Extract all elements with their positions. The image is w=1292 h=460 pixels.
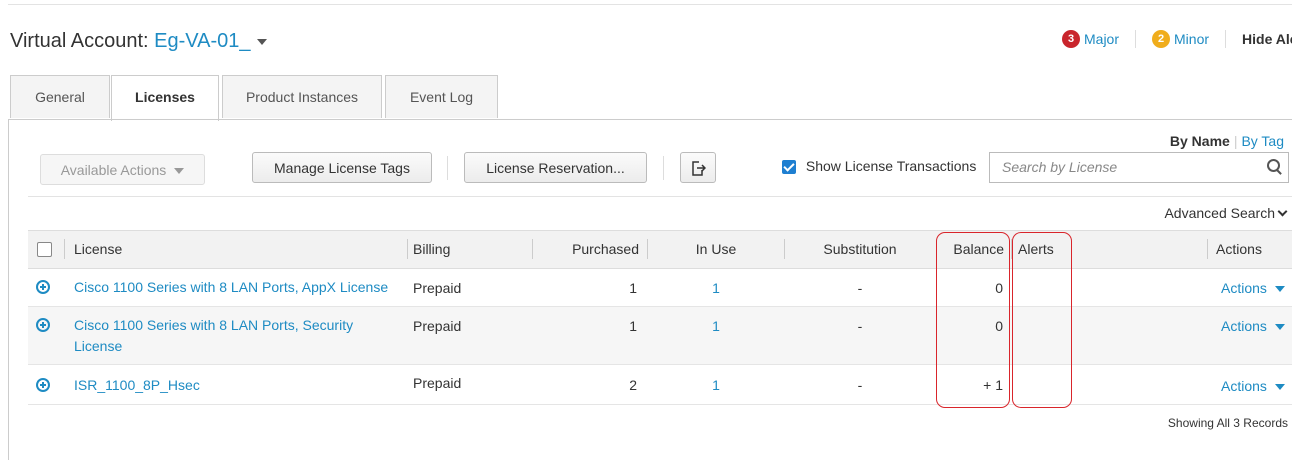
expand-row-icon[interactable] — [36, 318, 50, 332]
search-icon[interactable] — [1267, 159, 1280, 172]
export-button[interactable] — [680, 152, 716, 183]
by-tag-toggle[interactable]: By Tag — [1241, 133, 1284, 149]
divider — [447, 156, 448, 180]
minor-alerts-link[interactable]: Minor — [1174, 31, 1209, 47]
hide-alerts-link[interactable]: Hide Ale — [1242, 31, 1292, 47]
table-header: License Billing Purchased In Use Substit… — [28, 230, 1292, 269]
substitution-cell: - — [857, 280, 863, 296]
row-actions-label: Actions — [1221, 378, 1267, 394]
license-name-link[interactable]: Cisco 1100 Series with 8 LAN Ports, Secu… — [74, 315, 374, 357]
in-use-link[interactable]: 1 — [648, 318, 784, 334]
column-billing[interactable]: Billing — [413, 231, 450, 268]
column-divider — [1207, 239, 1208, 259]
column-actions[interactable]: Actions — [1209, 231, 1269, 268]
show-transactions-label: Show License Transactions — [805, 158, 977, 174]
show-transactions-toggle[interactable]: Show License Transactions — [782, 158, 977, 175]
alerts-summary: 3 Major 2 Minor Hide Ale — [1062, 30, 1292, 48]
search-input[interactable]: Search by License — [989, 152, 1289, 183]
license-reservation-button[interactable]: License Reservation... — [464, 152, 647, 183]
account-selector[interactable]: Eg-VA-01_ — [154, 30, 267, 52]
expand-row-icon[interactable] — [36, 280, 50, 294]
purchased-cell: 1 — [629, 318, 637, 334]
table-row: ISR_1100_8P_Hsec Prepaid 2 1 - + 1 Actio… — [28, 365, 1292, 405]
purchased-cell: 1 — [629, 280, 637, 296]
license-name-link[interactable]: ISR_1100_8P_Hsec — [74, 375, 200, 396]
row-actions-dropdown[interactable]: Actions — [1221, 378, 1285, 394]
top-divider — [8, 4, 1292, 5]
divider — [1225, 30, 1227, 48]
tab-event-log[interactable]: Event Log — [385, 75, 498, 118]
view-toggle: By Name | By Tag — [1169, 133, 1284, 149]
license-name-link[interactable]: Cisco 1100 Series with 8 LAN Ports, AppX… — [74, 277, 394, 298]
row-actions-dropdown[interactable]: Actions — [1221, 280, 1285, 296]
alerts-highlight-outline — [1012, 232, 1072, 408]
page-title: Virtual Account: Eg-VA-01_ — [10, 30, 267, 53]
column-purchased[interactable]: Purchased — [533, 231, 639, 268]
divider — [1135, 30, 1137, 48]
billing-cell: Prepaid — [413, 280, 462, 296]
title-prefix: Virtual Account: — [10, 30, 149, 52]
advanced-search-toggle[interactable]: Advanced Search — [1164, 205, 1288, 221]
advanced-search-label: Advanced Search — [1164, 205, 1275, 221]
column-in-use[interactable]: In Use — [648, 231, 784, 268]
chevron-down-icon — [174, 168, 185, 175]
balance-highlight-outline — [936, 232, 1010, 408]
tab-general[interactable]: General — [10, 75, 110, 118]
by-name-toggle[interactable]: By Name — [1170, 133, 1230, 149]
column-divider — [407, 239, 408, 259]
table-row: Cisco 1100 Series with 8 LAN Ports, Secu… — [28, 307, 1292, 365]
in-use-link[interactable]: 1 — [648, 377, 784, 393]
search-placeholder: Search by License — [1002, 159, 1118, 175]
billing-cell: Prepaid — [413, 318, 462, 334]
column-license[interactable]: License — [74, 231, 122, 268]
row-actions-label: Actions — [1221, 318, 1267, 334]
expand-row-icon[interactable] — [36, 378, 50, 392]
show-transactions-checkbox[interactable] — [782, 160, 796, 175]
major-count-badge: 3 — [1062, 30, 1080, 48]
export-icon — [692, 161, 707, 176]
licenses-table: License Billing Purchased In Use Substit… — [28, 230, 1292, 405]
chevron-down-icon — [1274, 324, 1285, 331]
row-actions-dropdown[interactable]: Actions — [1221, 318, 1285, 334]
major-alerts-link[interactable]: Major — [1084, 31, 1119, 47]
tab-product-instances[interactable]: Product Instances — [222, 75, 382, 118]
tab-licenses[interactable]: Licenses — [111, 75, 219, 121]
chevron-down-icon — [256, 38, 267, 45]
account-name: Eg-VA-01_ — [154, 30, 251, 52]
row-actions-label: Actions — [1221, 280, 1267, 296]
divider — [28, 196, 1292, 197]
select-all-checkbox[interactable] — [37, 242, 52, 257]
column-substitution[interactable]: Substitution — [785, 231, 935, 268]
chevron-down-icon — [1274, 286, 1285, 293]
available-actions-dropdown[interactable]: Available Actions — [40, 154, 205, 185]
purchased-cell: 2 — [629, 377, 637, 393]
chevron-down-icon — [1277, 206, 1288, 217]
minor-count-badge: 2 — [1152, 30, 1171, 48]
divider — [663, 156, 664, 180]
chevron-down-icon — [1274, 384, 1285, 391]
substitution-cell: - — [857, 318, 863, 334]
column-divider — [64, 239, 65, 259]
table-row: Cisco 1100 Series with 8 LAN Ports, AppX… — [28, 269, 1292, 307]
in-use-link[interactable]: 1 — [648, 280, 784, 296]
records-count: Showing All 3 Records — [1167, 416, 1288, 430]
billing-cell: Prepaid — [413, 375, 462, 391]
manage-license-tags-button[interactable]: Manage License Tags — [252, 152, 432, 183]
available-actions-label: Available Actions — [60, 162, 167, 178]
substitution-cell: - — [857, 377, 863, 393]
